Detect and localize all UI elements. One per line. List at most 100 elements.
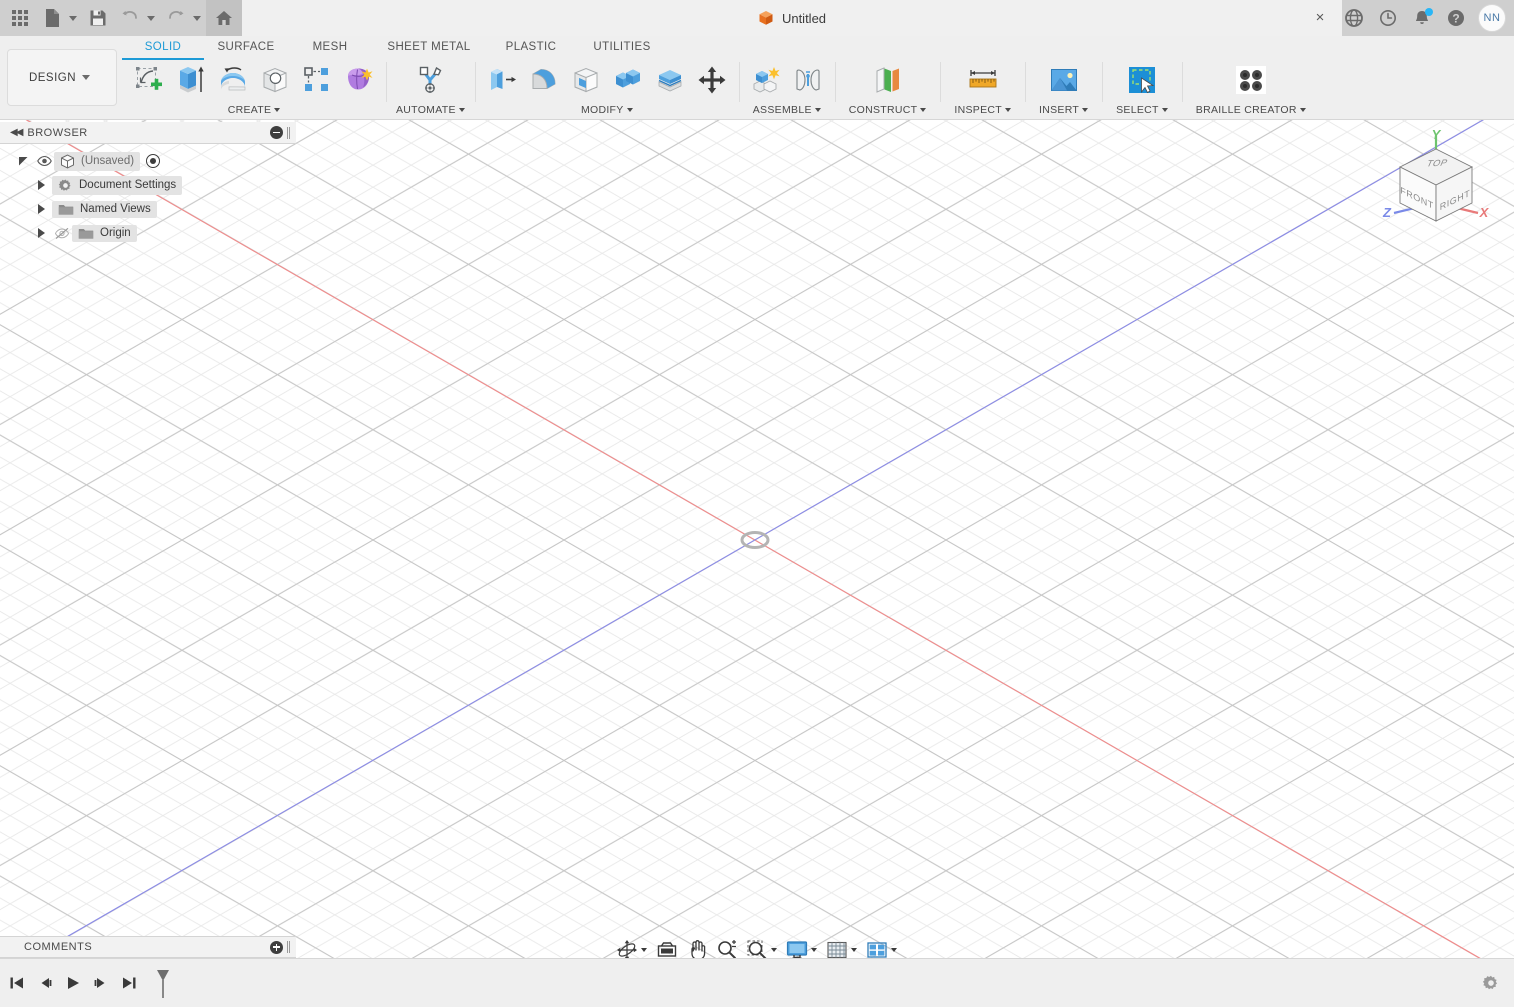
create-sketch-icon[interactable] (128, 59, 170, 101)
document-title: Untitled (782, 11, 826, 26)
origin-visibility-icon[interactable] (52, 227, 72, 240)
named-views-pill[interactable]: Named Views (52, 201, 157, 218)
browser-header: ◀◀ BROWSER (0, 122, 296, 144)
split-face-icon[interactable] (649, 59, 691, 101)
workspace-switcher[interactable]: DESIGN (7, 49, 117, 106)
view-cube[interactable]: Y Z X TOP FRONT RIGHT (1374, 125, 1494, 235)
tree-node-origin[interactable]: Origin (0, 221, 296, 245)
panel-inspect-label[interactable]: INSPECT (954, 102, 1011, 118)
panel-assemble-text: ASSEMBLE (753, 104, 812, 116)
browser-minimize-icon[interactable] (270, 126, 283, 139)
tab-plastic[interactable]: PLASTIC (486, 38, 576, 56)
bell-icon[interactable] (1406, 2, 1438, 34)
browser-collapse-icon[interactable]: ◀◀ (4, 127, 27, 138)
root-visibility-icon[interactable] (34, 155, 54, 167)
select-icon[interactable] (1121, 59, 1163, 101)
display-settings-caret-icon[interactable] (811, 948, 817, 952)
automate-icon[interactable] (409, 59, 451, 101)
panel-insert-label[interactable]: INSERT (1039, 102, 1088, 118)
browser-resize-handle[interactable] (287, 127, 292, 139)
panel-modify-text: MODIFY (581, 104, 624, 116)
comments-title: COMMENTS (4, 941, 92, 953)
move-copy-icon[interactable] (691, 59, 733, 101)
document-settings-pill[interactable]: Document Settings (52, 176, 182, 195)
panel-assemble-label[interactable]: ASSEMBLE (753, 102, 821, 118)
panel-construct-label[interactable]: CONSTRUCT (849, 102, 927, 118)
panel-assemble-caret-icon (815, 108, 821, 112)
redo-button[interactable] (160, 2, 206, 34)
panel-inspect-caret-icon (1005, 108, 1011, 112)
viewports-caret-icon[interactable] (891, 948, 897, 952)
new-component-icon[interactable] (745, 59, 787, 101)
tab-mesh[interactable]: MESH (288, 38, 372, 56)
panel-select-label[interactable]: SELECT (1116, 102, 1168, 118)
fit-caret-icon[interactable] (771, 948, 777, 952)
timeline-settings-icon[interactable] (1480, 972, 1502, 994)
save-icon[interactable] (82, 2, 114, 34)
tab-utilities[interactable]: UTILITIES (576, 38, 668, 56)
tree-node-document-settings[interactable]: Document Settings (0, 173, 296, 197)
document-settings-label: Document Settings (79, 179, 176, 191)
tab-solid[interactable]: SOLID (122, 38, 204, 56)
named-views-expand-toggle[interactable] (30, 197, 52, 221)
step-back-button[interactable] (32, 970, 58, 996)
fillet-icon[interactable] (523, 59, 565, 101)
step-forward-button[interactable] (88, 970, 114, 996)
joint-icon[interactable] (787, 59, 829, 101)
avatar[interactable]: NN (1478, 4, 1506, 32)
play-button[interactable] (60, 970, 86, 996)
combine-icon[interactable] (607, 59, 649, 101)
world-icon[interactable] (1338, 2, 1370, 34)
ribbon: DESIGN SOLID SURFACE MESH SHEET METAL PL… (0, 36, 1514, 120)
viewport-canvas[interactable]: Y Z X TOP FRONT RIGHT (0, 120, 1514, 1007)
skip-to-end-button[interactable] (116, 970, 142, 996)
file-menu-icon (36, 2, 68, 34)
clock-icon[interactable] (1372, 2, 1404, 34)
panel-braille-creator-label[interactable]: BRAILLE CREATOR (1196, 102, 1306, 118)
press-pull-icon[interactable] (481, 59, 523, 101)
root-expand-toggle[interactable] (12, 149, 34, 173)
tree-node-root[interactable]: (Unsaved) (0, 149, 296, 173)
app-grid-icon[interactable] (4, 2, 36, 34)
shell-icon[interactable] (565, 59, 607, 101)
root-activate-radio[interactable] (146, 154, 160, 168)
offset-plane-icon[interactable] (867, 59, 909, 101)
panel-automate-label[interactable]: AUTOMATE (396, 102, 465, 118)
braille-icon[interactable] (1230, 59, 1272, 101)
skip-to-beginning-button[interactable] (4, 970, 30, 996)
close-tab-icon[interactable]: × (1312, 10, 1328, 26)
undo-button[interactable] (114, 2, 160, 34)
help-icon[interactable]: ? (1440, 2, 1472, 34)
panel-inspect-text: INSPECT (954, 104, 1002, 116)
comments-resize-handle[interactable] (287, 941, 292, 953)
svg-text:?: ? (1452, 12, 1459, 26)
extrude-icon[interactable] (170, 59, 212, 101)
panel-modify-label[interactable]: MODIFY (581, 102, 633, 118)
panel-insert-text: INSERT (1039, 104, 1079, 116)
grid-snaps-caret-icon[interactable] (851, 948, 857, 952)
tab-sheet-metal[interactable]: SHEET METAL (372, 38, 486, 56)
document-settings-expand-toggle[interactable] (30, 173, 52, 197)
home-icon[interactable] (206, 0, 242, 36)
root-node-pill[interactable]: (Unsaved) (54, 152, 140, 171)
create-form-icon[interactable] (338, 59, 380, 101)
origin-pill[interactable]: Origin (72, 225, 137, 242)
revolve-icon[interactable] (212, 59, 254, 101)
root-node-label: (Unsaved) (81, 155, 134, 167)
measure-icon[interactable] (962, 59, 1004, 101)
tree-node-named-views[interactable]: Named Views (0, 197, 296, 221)
document-tab[interactable]: Untitled × (242, 0, 1342, 36)
browser-panel: ◀◀ BROWSER (0, 122, 296, 245)
ribbon-tab-bar: SOLID SURFACE MESH SHEET METAL PLASTIC U… (122, 36, 668, 58)
panel-create-label[interactable]: CREATE (228, 102, 281, 118)
add-comment-icon[interactable] (270, 941, 283, 954)
orbit-caret-icon[interactable] (641, 948, 647, 952)
tab-surface[interactable]: SURFACE (204, 38, 288, 56)
timeline-marker[interactable] (150, 968, 176, 998)
hole-icon[interactable] (254, 59, 296, 101)
file-menu-button[interactable] (36, 2, 82, 34)
svg-text:Z: Z (1382, 205, 1392, 220)
insert-image-icon[interactable] (1043, 59, 1085, 101)
origin-expand-toggle[interactable] (30, 221, 52, 245)
pattern-icon[interactable] (296, 59, 338, 101)
